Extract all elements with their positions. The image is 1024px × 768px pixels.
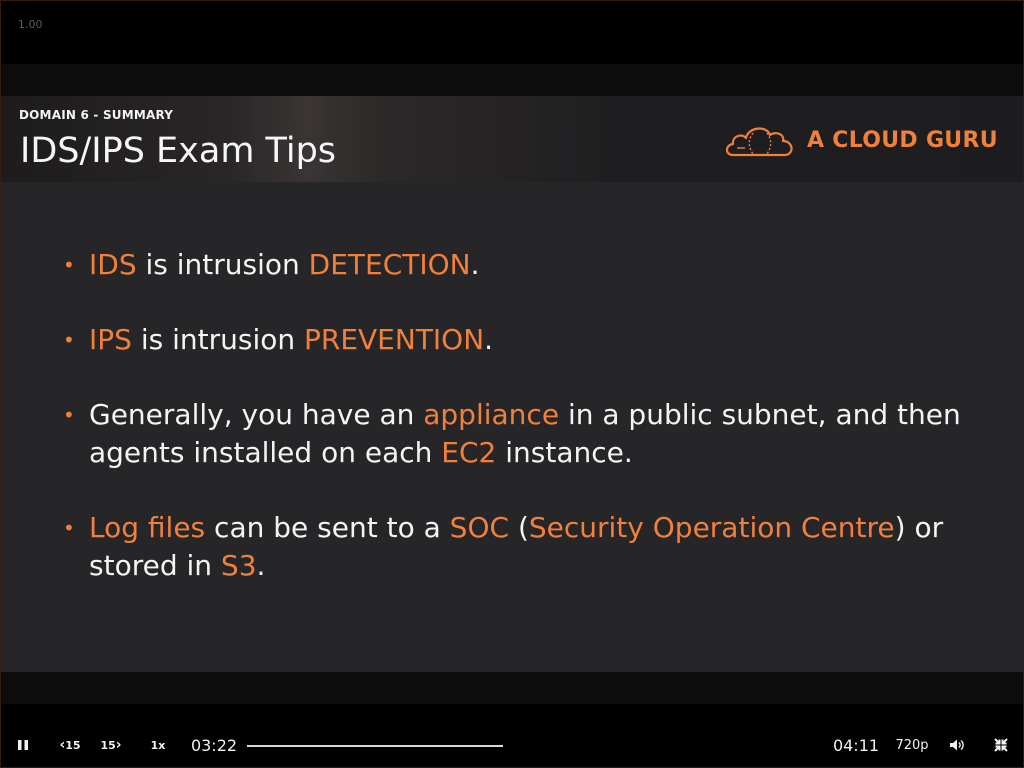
highlighted-term: PREVENTION <box>304 323 485 356</box>
player-controls: ‹ 15 15 › 1x 03:22 04:11 720p <box>0 726 1024 764</box>
bullet-item: • Generally, you have an appliance in a p… <box>61 396 981 472</box>
highlighted-term: S3 <box>220 549 257 582</box>
progress-bar[interactable] <box>247 745 503 747</box>
highlighted-term: SOC <box>449 511 510 544</box>
playback-speed-button[interactable]: 1x <box>145 726 171 764</box>
forward-15-button[interactable]: 15 › <box>96 726 126 764</box>
bullet-text: . <box>484 323 494 356</box>
cloud-logo-icon <box>725 127 793 157</box>
highlighted-term: EC2 <box>441 436 497 469</box>
rewind-15-button[interactable]: ‹ 15 <box>55 726 85 764</box>
playback-rate-overlay: 1.00 <box>18 18 43 31</box>
letterbox-top <box>1 64 1023 96</box>
volume-icon <box>950 739 964 751</box>
bullet-text: is intrusion <box>136 248 309 281</box>
duration: 04:11 <box>832 735 880 755</box>
bullet-text: can be sent to a <box>205 511 450 544</box>
forward-label: 15 <box>100 738 116 752</box>
highlighted-term: DETECTION <box>308 248 471 281</box>
letterbox-bottom <box>1 672 1023 704</box>
pause-icon <box>18 740 28 750</box>
bullet-dot-icon: • <box>63 516 75 540</box>
brand-logo: A CLOUD GURU <box>723 118 998 162</box>
bullet-text: is intrusion <box>131 323 304 356</box>
highlighted-term: Log files <box>89 511 206 544</box>
bullet-item: • IDS is intrusion DETECTION. <box>61 246 981 284</box>
exit-fullscreen-button[interactable] <box>988 726 1014 764</box>
pause-button[interactable] <box>10 726 36 764</box>
bullet-text: instance. <box>496 436 633 469</box>
highlighted-term: IPS <box>89 323 132 356</box>
bullet-text: Generally, you have an <box>89 398 424 431</box>
slide-header: DOMAIN 6 - SUMMARY IDS/IPS Exam Tips A C… <box>1 96 1023 182</box>
brand-name: A CLOUD GURU <box>807 127 998 153</box>
bullet-list: • IDS is intrusion DETECTION. • IPS is intr… <box>61 246 981 622</box>
slide-title: IDS/IPS Exam Tips <box>20 131 337 171</box>
chevron-right-icon: › <box>115 737 122 753</box>
quality-button[interactable]: 720p <box>893 726 931 764</box>
bullet-dot-icon: • <box>63 403 75 427</box>
video-slide[interactable]: DOMAIN 6 - SUMMARY IDS/IPS Exam Tips A C… <box>1 96 1023 672</box>
bullet-text: . <box>256 549 266 582</box>
bullet-dot-icon: • <box>63 328 75 352</box>
volume-button[interactable] <box>944 726 970 764</box>
rewind-label: 15 <box>65 738 81 752</box>
highlighted-term: Security Operation Centre <box>528 511 895 544</box>
exit-fullscreen-icon <box>994 738 1008 752</box>
bullet-text: . <box>470 248 480 281</box>
bullet-item: • IPS is intrusion PREVENTION. <box>61 321 981 359</box>
highlighted-term: appliance <box>423 398 560 431</box>
slide-kicker: DOMAIN 6 - SUMMARY <box>19 108 174 122</box>
bullet-dot-icon: • <box>63 253 75 277</box>
highlighted-term: IDS <box>89 248 137 281</box>
bullet-item: • Log files can be sent to a SOC (Securit… <box>61 509 981 585</box>
bullet-text: ( <box>509 511 529 544</box>
current-time: 03:22 <box>190 735 238 755</box>
